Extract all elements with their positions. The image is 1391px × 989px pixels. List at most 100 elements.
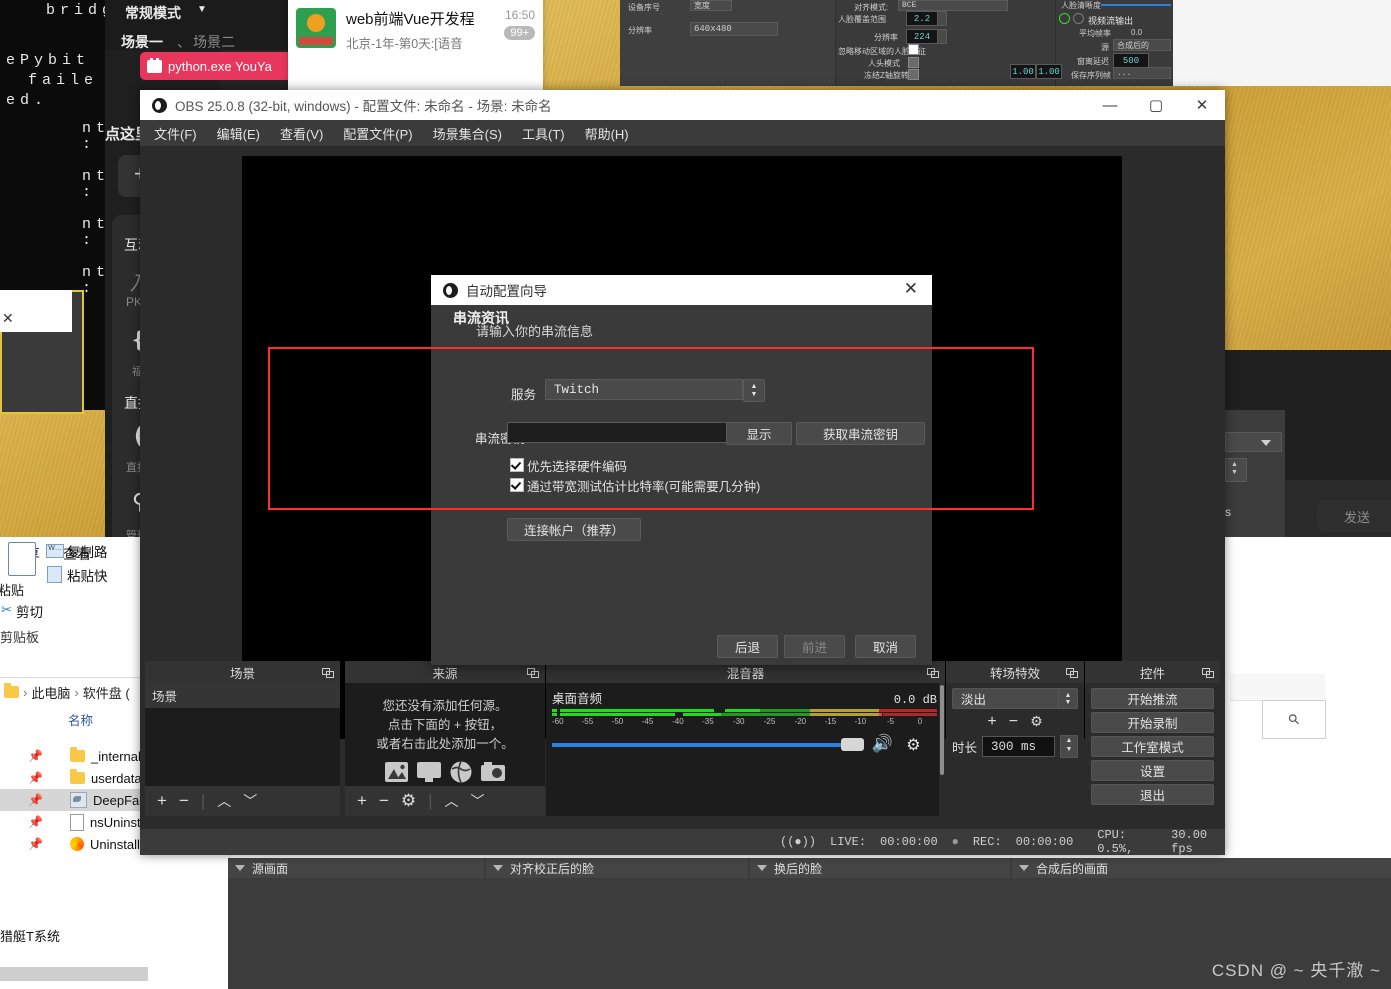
breadcrumb-item-this-pc[interactable]: 此电脑	[31, 683, 70, 702]
res2-value[interactable]: 224	[906, 29, 938, 44]
gear-icon[interactable]: ⚙	[906, 735, 920, 755]
remove-source-button[interactable]: −	[379, 791, 389, 811]
align-mode-value[interactable]: BCE	[898, 0, 1008, 11]
face-cover-value[interactable]: 2.2	[906, 11, 938, 26]
panel-header[interactable]: 控件	[1085, 661, 1220, 683]
copy-path-label[interactable]: 复制路	[67, 541, 108, 561]
scenes-toolbar[interactable]: + − | ︿ ﹀	[145, 786, 340, 816]
move-down-button[interactable]: ﹀	[243, 791, 257, 811]
res2-spinner[interactable]	[937, 29, 947, 44]
pin-icon[interactable]: 📌	[28, 815, 43, 829]
camera-icon[interactable]	[480, 761, 506, 788]
hardware-encoding-checkbox[interactable]	[510, 458, 524, 472]
image-icon[interactable]	[384, 761, 409, 788]
service-select[interactable]: Twitch	[545, 379, 743, 400]
chevron-down-icon[interactable]	[757, 865, 767, 871]
settings-button[interactable]: 设置	[1091, 760, 1214, 781]
chevron-down-icon[interactable]	[235, 865, 245, 871]
scissors-icon[interactable]: ✂	[1, 602, 12, 618]
paste-shortcut-label[interactable]: 粘贴快	[67, 565, 108, 585]
add-scene-button[interactable]: +	[157, 791, 167, 811]
pin-icon[interactable]: 📌	[28, 793, 43, 807]
pane-header[interactable]: 合成后的画面	[1012, 858, 1391, 878]
move-up-button[interactable]: ︿	[445, 791, 459, 811]
menu-profile[interactable]: 配置文件(P)	[343, 124, 412, 143]
menu-scene-collection[interactable]: 场景集合(S)	[433, 124, 502, 143]
delay-value[interactable]: 500	[1113, 53, 1149, 68]
scenes-list[interactable]: 场景	[145, 683, 340, 786]
menu-tools[interactable]: 工具(T)	[522, 124, 565, 143]
chevron-down-icon[interactable]	[1019, 865, 1029, 871]
streamkey-input[interactable]	[507, 422, 735, 443]
panel-header[interactable]: 场景	[145, 661, 340, 683]
move-down-button[interactable]: ﹀	[471, 791, 485, 811]
power-icon[interactable]	[1059, 13, 1070, 24]
panel-header[interactable]: 转场特效	[946, 661, 1084, 683]
volume-slider[interactable]	[552, 743, 845, 747]
pane-header[interactable]: 源画面	[228, 858, 484, 878]
duration-spinner[interactable]: ▲ ▼	[1060, 735, 1078, 758]
chevron-down-icon[interactable]	[493, 865, 503, 871]
exit-button[interactable]: 退出	[1091, 784, 1214, 805]
chevron-updown-icon[interactable]: ▲ ▼	[1058, 689, 1077, 708]
show-key-button[interactable]: 显示	[726, 422, 792, 445]
spinner-arrows[interactable]: ▲▼	[1231, 461, 1238, 477]
transitions-body[interactable]: 淡出 ▲ ▼ + − ⚙ 时长 300 ms ▲ ▼	[946, 683, 1084, 816]
opacity-slider[interactable]	[1101, 4, 1171, 6]
cut-label[interactable]: 剪切	[16, 601, 43, 621]
popout-icon[interactable]	[527, 666, 539, 678]
menu-edit[interactable]: 编辑(E)	[217, 124, 260, 143]
menu-view[interactable]: 查看(V)	[280, 124, 323, 143]
scrollbar[interactable]	[939, 683, 945, 816]
save-seq-value[interactable]: ...	[1113, 67, 1171, 79]
add-source-button[interactable]: +	[357, 791, 367, 811]
close-icon[interactable]: ✕	[904, 279, 918, 299]
obs-menu-bar[interactable]: 文件(F) 编辑(E) 查看(V) 配置文件(P) 场景集合(S) 工具(T) …	[140, 120, 1225, 146]
close-button[interactable]: ✕	[1179, 90, 1225, 120]
scrollbar[interactable]	[0, 967, 148, 981]
pin-icon[interactable]: 📌	[28, 749, 43, 763]
popout-icon[interactable]	[1066, 666, 1078, 678]
wechat-message-row[interactable]: web前端Vue开发程 北京-1年-第0天:[语音 16:50 99+	[288, 0, 543, 62]
add-transition-button[interactable]: +	[987, 713, 996, 731]
scene-tab-1[interactable]: 场景一	[121, 32, 163, 52]
popout-icon[interactable]	[322, 666, 334, 678]
pane-header[interactable]: 换后的脸	[750, 858, 1010, 878]
move-up-button[interactable]: ︿	[217, 791, 231, 811]
minimize-button[interactable]: —	[1087, 90, 1133, 120]
right-combo-1[interactable]	[1225, 432, 1282, 452]
sources-toolbar[interactable]: + − ⚙ | ︿ ﹀	[345, 786, 545, 816]
mixer-volume-row[interactable]: 🔊 ⚙	[552, 734, 937, 755]
start-streaming-button[interactable]: 开始推流	[1091, 688, 1214, 709]
head-mode-checkbox[interactable]	[908, 57, 919, 68]
pin-icon[interactable]: 📌	[28, 771, 43, 785]
gear-icon[interactable]: ⚙	[401, 791, 416, 811]
ignore-moving-checkbox[interactable]	[908, 44, 919, 55]
remove-scene-button[interactable]: −	[179, 791, 189, 811]
next-button[interactable]: 前进	[784, 635, 845, 658]
nav-item-label[interactable]: 猎艇T系统	[0, 926, 60, 945]
paste-shortcut-icon[interactable]	[47, 566, 62, 583]
studio-mode-button[interactable]: 工作室模式	[1091, 736, 1214, 757]
gear-icon[interactable]: ⚙	[1030, 713, 1043, 731]
search-icon[interactable]: ⚲	[1284, 710, 1303, 729]
pane-header[interactable]: 对齐校正后的脸	[486, 858, 748, 878]
dialog-title-bar[interactable]: 自动配置向导 ✕	[431, 275, 932, 305]
popout-icon[interactable]	[927, 666, 939, 678]
transition-select[interactable]: 淡出 ▲ ▼	[952, 688, 1078, 709]
chevron-down-icon[interactable]: ▼	[197, 4, 207, 15]
wechat-notification-popup[interactable]: 也就是这里 人脸实换着就是如 web前端Vue开发程 北京-1年-第0天:[语音…	[288, 0, 543, 90]
bandwidth-test-checkbox[interactable]	[510, 478, 524, 492]
menu-file[interactable]: 文件(F)	[154, 124, 197, 143]
refresh-icon[interactable]	[1073, 13, 1084, 24]
paste-label[interactable]: 粘贴	[0, 580, 24, 599]
remove-transition-button[interactable]: −	[1009, 713, 1018, 731]
close-icon[interactable]: ✕	[2, 310, 14, 327]
scene-tab-2[interactable]: 场景二	[193, 32, 235, 52]
freeze-z-checkbox[interactable]	[908, 69, 919, 80]
connect-account-button[interactable]: 连接帐户（推荐）	[507, 518, 641, 541]
device-index-value[interactable]: 宽度	[690, 0, 732, 11]
clipboard-icon[interactable]	[8, 542, 36, 576]
resolution-value[interactable]: 640x480	[690, 22, 778, 36]
post-gamma-v1[interactable]: 1.00	[1010, 64, 1036, 79]
